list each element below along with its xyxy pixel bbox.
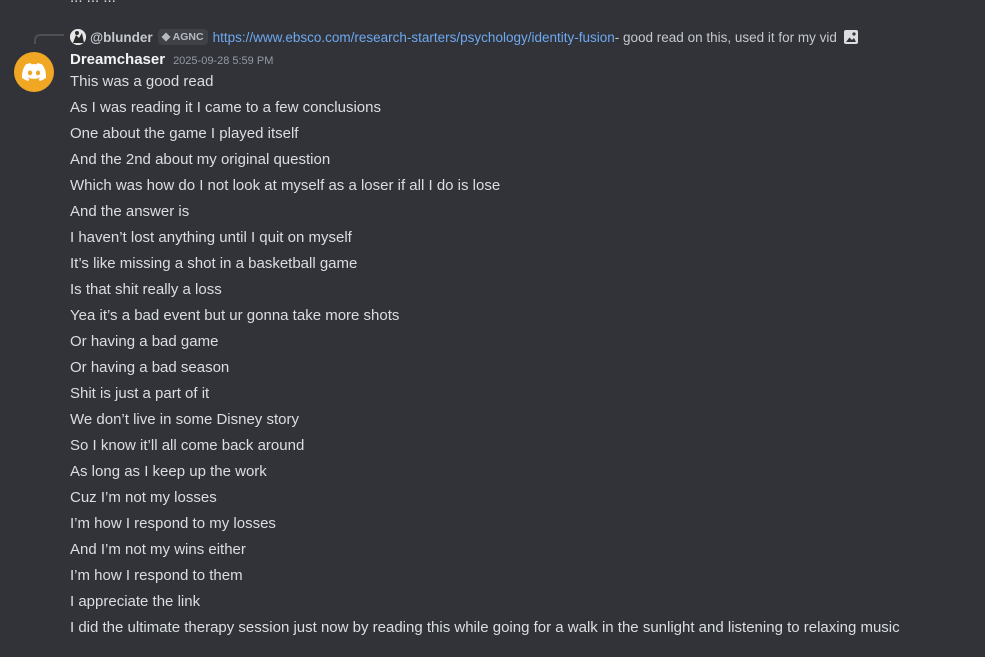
message-line: I’m how I respond to them: [70, 567, 243, 584]
chat-message-view: ... ... ... @blunder AGNC https://www.eb…: [0, 0, 985, 657]
message-line: And the 2nd about my original question: [70, 151, 331, 168]
reply-link[interactable]: https://www.ebsco.com/research-starters/…: [213, 30, 615, 45]
message-line: Cuz I’m not my losses: [70, 489, 217, 506]
message-line: Or having a bad game: [70, 333, 219, 350]
reply-username[interactable]: @blunder: [90, 30, 153, 45]
message-line: And the answer is: [70, 203, 190, 220]
server-tag-badge[interactable]: AGNC: [157, 29, 208, 45]
message-line: One about the game I played itself: [70, 125, 299, 142]
message-line: As I was reading it I came to a few conc…: [70, 99, 381, 116]
author-name[interactable]: Dreamchaser: [70, 51, 165, 68]
message-lines: This was a good read As I was reading it…: [70, 71, 975, 643]
image-icon: [843, 29, 859, 45]
message-line: Is that shit really a loss: [70, 281, 222, 298]
reply-preview[interactable]: @blunder AGNC https://www.ebsco.com/rese…: [70, 27, 859, 47]
message-line: Yea it’s a bad event but ur gonna take m…: [70, 307, 400, 324]
server-tag-label: AGNC: [172, 31, 204, 43]
message-line: Which was how do I not look at myself as…: [70, 177, 501, 194]
message-line: And I’m not my wins either: [70, 541, 246, 558]
message-line: As long as I keep up the work: [70, 463, 267, 480]
author-avatar[interactable]: [14, 52, 54, 92]
message-timestamp[interactable]: 2025-09-28 5:59 PM: [173, 55, 273, 67]
message-line: Shit is just a part of it: [70, 385, 210, 402]
message-line: I did the ultimate therapy session just …: [70, 619, 900, 636]
message-line: I’m how I respond to my losses: [70, 515, 276, 532]
message-line: Or having a bad season: [70, 359, 230, 376]
message-line: I haven’t lost anything until I quit on …: [70, 229, 352, 246]
previous-message-fragment: ... ... ...: [70, 0, 116, 6]
message-header: Dreamchaser 2025-09-28 5:59 PM: [70, 51, 273, 71]
message-line: I appreciate the link: [70, 593, 201, 610]
message-line: So I know it’ll all come back around: [70, 437, 305, 454]
reply-text: - good read on this, used it for my vid: [614, 29, 837, 45]
message-line: This was a good read: [70, 73, 214, 90]
reply-connector: [34, 34, 64, 44]
message-line: It’s like missing a shot in a basketball…: [70, 255, 358, 272]
tag-icon: [161, 32, 171, 42]
discord-logo-icon: [22, 63, 46, 81]
reply-avatar[interactable]: [70, 29, 86, 45]
message-line: We don’t live in some Disney story: [70, 411, 299, 428]
